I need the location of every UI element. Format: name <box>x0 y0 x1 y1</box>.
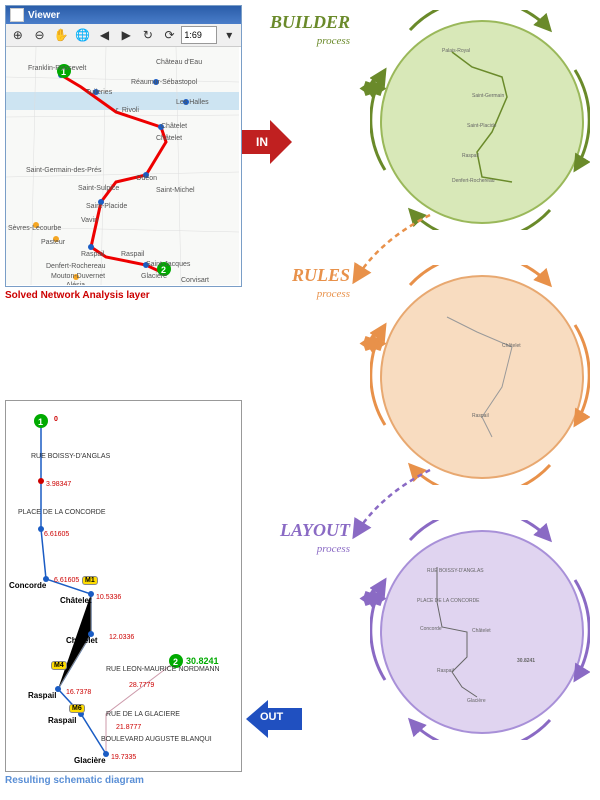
street-label: Denfert-Rochereau <box>46 263 106 270</box>
metro-badge: M6 <box>69 704 85 713</box>
edge-value: 3.98347 <box>46 481 71 488</box>
window-title: Viewer <box>28 10 60 21</box>
street-label: Glacière <box>141 273 167 280</box>
station-name: Raspail <box>48 716 76 725</box>
refresh2-icon[interactable]: ⟳ <box>160 25 180 45</box>
forward-icon[interactable]: ▶ <box>116 25 136 45</box>
street-label: Châtelet <box>161 123 187 130</box>
street-label: Raspail <box>81 251 104 258</box>
street-name: RUE BOISSY-D'ANGLAS <box>31 453 110 460</box>
station-name: Glacière <box>74 756 106 765</box>
rules-cycle-arrows <box>370 265 590 485</box>
edge-value: 19.7335 <box>111 754 136 761</box>
zoom-in-icon[interactable]: ⊕ <box>8 25 28 45</box>
in-label: IN <box>256 135 268 149</box>
layout-cycle-arrows <box>370 520 590 740</box>
builder-title: BUILDER <box>270 12 350 33</box>
flow-arrow-1 <box>340 210 450 290</box>
street-label: Châtelet <box>156 135 182 142</box>
svg-text:1: 1 <box>38 417 43 427</box>
station-name: Concorde <box>9 581 46 590</box>
refresh-icon[interactable]: ↻ <box>138 25 158 45</box>
street-label: Saint-Germain-des-Prés <box>26 167 101 174</box>
street-label: Les Halles <box>176 99 209 106</box>
toolbar: ⊕ ⊖ ✋ 🌐 ◀ ▶ ↻ ⟳ ▾ <box>6 24 241 47</box>
street-label: Saint-Placide <box>86 203 127 210</box>
app-icon <box>10 8 24 22</box>
street-label: Mouton-Duvernet <box>51 273 105 280</box>
street-label: Château d'Eau <box>156 59 202 66</box>
edge-value: 6.61605 <box>54 577 79 584</box>
street-label: r. Rivoli <box>116 107 139 114</box>
back-icon[interactable]: ◀ <box>95 25 115 45</box>
marker0-val: 0 <box>54 416 58 423</box>
street-name: BOULEVARD AUGUSTE BLANQUI <box>101 736 212 743</box>
street-name: PLACE DE LA CONCORDE <box>18 509 106 516</box>
edge-value: 21.8777 <box>116 724 141 731</box>
scale-input[interactable] <box>181 26 217 44</box>
station-name: Châtelet <box>66 636 98 645</box>
street-label: Corvisart <box>181 277 209 284</box>
street-label: Tuileries <box>86 89 112 96</box>
viewer-window: Viewer ⊕ ⊖ ✋ 🌐 ◀ ▶ ↻ ⟳ ▾ <box>5 5 242 287</box>
edge-value: 16.7378 <box>66 689 91 696</box>
metro-badge: M1 <box>82 576 98 585</box>
dropdown-icon[interactable]: ▾ <box>219 25 239 45</box>
map-svg: 1 2 <box>6 47 239 285</box>
source-caption: Solved Network Analysis layer <box>5 290 150 301</box>
street-label: Saint-Michel <box>156 187 195 194</box>
street-label: Odéon <box>136 175 157 182</box>
street-label: Saint-Sulpice <box>78 185 119 192</box>
station-name: Châtelet <box>60 596 92 605</box>
marker1-val: 30.8241 <box>186 656 219 666</box>
edge-value: 6.61605 <box>44 531 69 538</box>
street-name: RUE DE LA GLACIERE <box>106 711 180 718</box>
metro-badge: M4 <box>51 661 67 670</box>
result-caption: Resulting schematic diagram <box>5 775 144 786</box>
globe-icon[interactable]: 🌐 <box>73 25 93 45</box>
titlebar: Viewer <box>6 6 241 24</box>
zoom-out-icon[interactable]: ⊖ <box>30 25 50 45</box>
street-label: Vavin <box>81 217 98 224</box>
builder-label: BUILDER process <box>270 12 350 47</box>
street-label: Réaumur-Sébastopol <box>131 79 197 86</box>
pan-icon[interactable]: ✋ <box>51 25 71 45</box>
flow-arrow-2 <box>340 465 450 545</box>
out-label: OUT <box>260 711 283 723</box>
edge-value: 12.0336 <box>109 634 134 641</box>
street-label: Raspail <box>121 251 144 258</box>
edge-value: 10.5336 <box>96 594 121 601</box>
schematic-panel: 1 2 0 30.8241 RUE BOISSY-D'ANGLASPLACE D… <box>5 400 242 772</box>
street-label: Pasteur <box>41 239 65 246</box>
street-label: Alésia <box>66 282 85 285</box>
builder-sub: process <box>270 35 350 47</box>
station-name: Raspail <box>28 691 56 700</box>
street-label: Sèvres-Lecourbe <box>8 225 61 232</box>
map-canvas[interactable]: 1 2 Franklin-Roosevelt Château d'Eau Tuile… <box>6 47 239 285</box>
edge-value: 28.7779 <box>129 682 154 689</box>
street-label: Saint-Jacques <box>146 261 190 268</box>
builder-cycle-arrows <box>370 10 590 230</box>
street-label: Franklin-Roosevelt <box>28 65 86 72</box>
street-name: RUE LEON-MAURICE NORDMANN <box>106 666 220 673</box>
